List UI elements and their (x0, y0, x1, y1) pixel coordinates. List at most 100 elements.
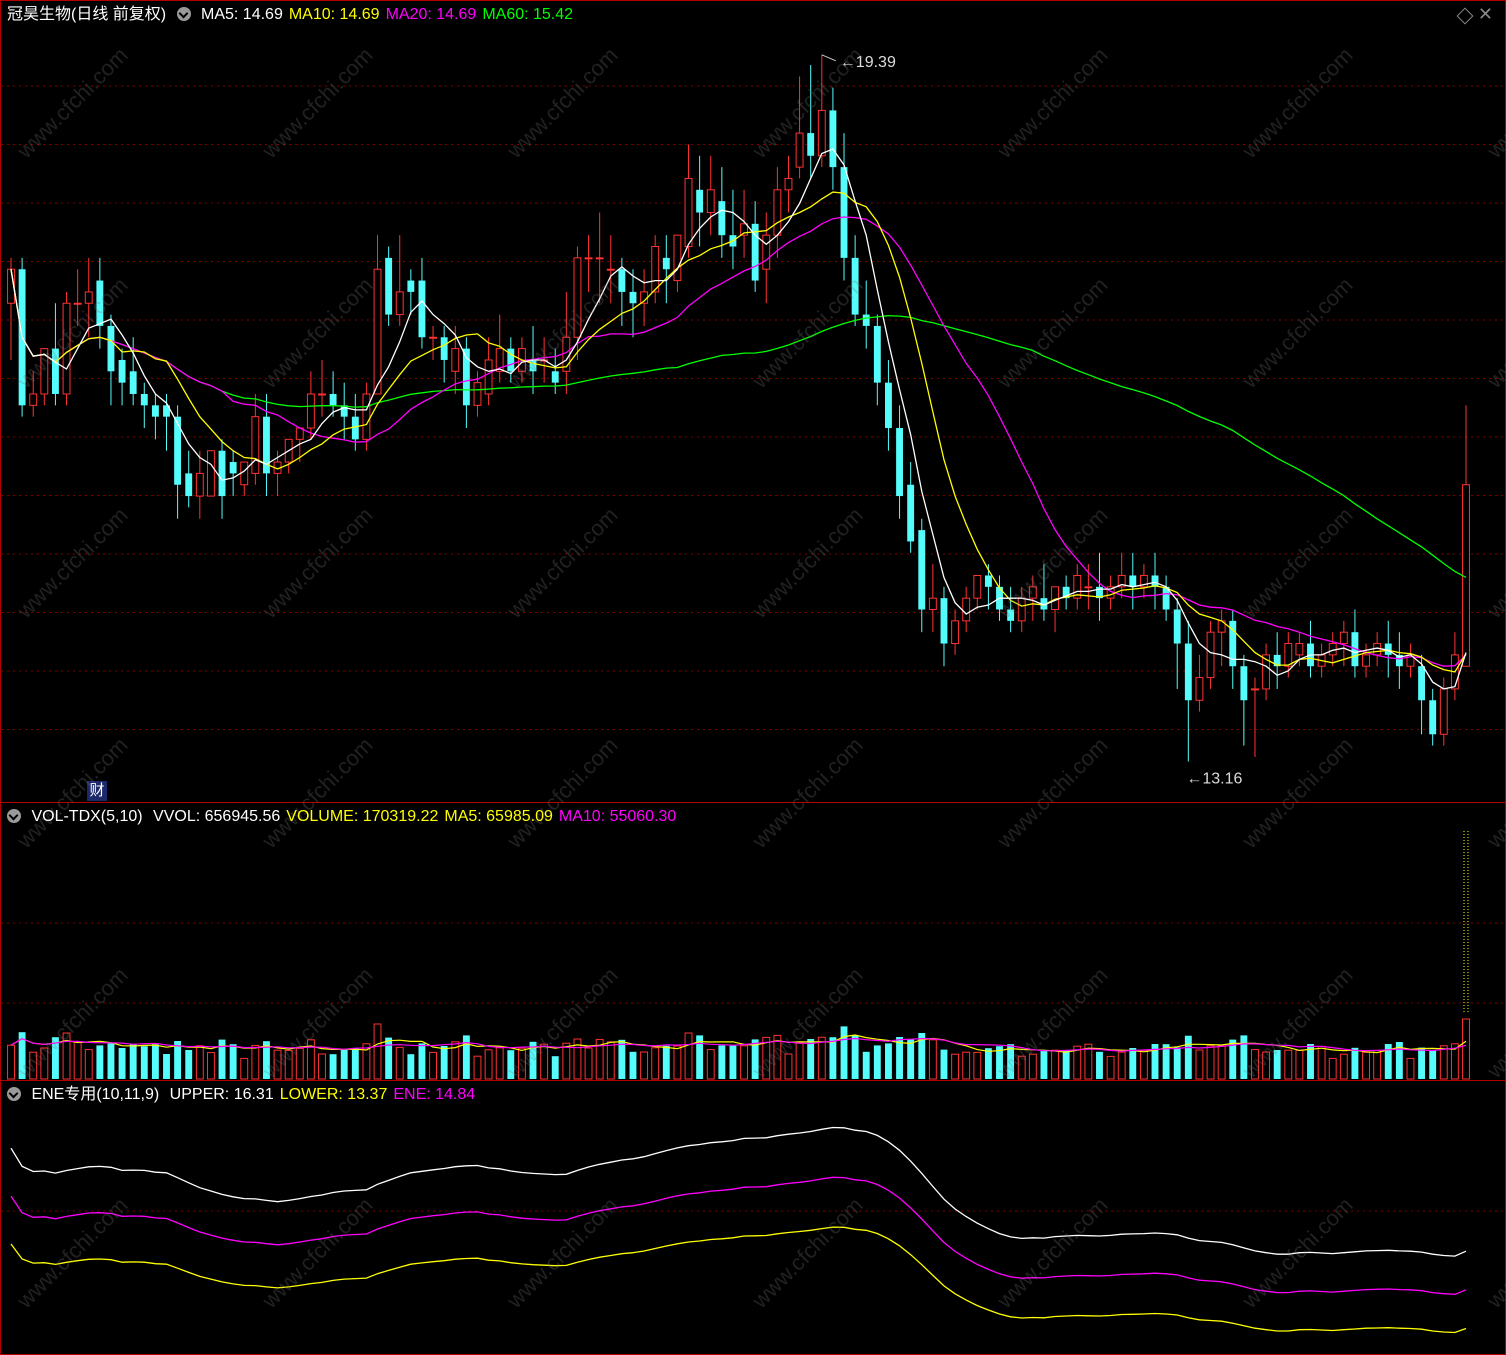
volume-bar (662, 1045, 670, 1079)
volume-bar (551, 1056, 559, 1079)
ene-chart-panel[interactable]: ENE专用(10,11,9) UPPER: 16.31 LOWER: 13.37 E… (0, 1081, 1506, 1355)
ene-indicator-0: UPPER: 16.31 (169, 1086, 274, 1103)
candle-body (1429, 700, 1437, 735)
candle-body (373, 268, 382, 395)
low-label: ←13.16 (1186, 771, 1242, 788)
volume-bar (284, 1049, 293, 1080)
candle-body (862, 314, 870, 326)
volume-bar (1240, 1035, 1248, 1079)
candle-body (1129, 575, 1137, 587)
volume-bar (1051, 1049, 1059, 1080)
ene-middle-line (10, 1176, 1467, 1295)
volume-bar (1462, 1018, 1470, 1080)
candle-body (429, 336, 438, 339)
volume-bar (618, 1039, 626, 1079)
volume-bar (1251, 1049, 1259, 1080)
price-indicator-0: MA5: 14.69 (201, 6, 283, 23)
volume-bar (1217, 1045, 1226, 1080)
candle-body (96, 280, 104, 326)
volume-bar (429, 1051, 438, 1080)
finance-badge[interactable]: 财 (87, 781, 107, 801)
volume-bar (1106, 1055, 1115, 1080)
volume-bar (96, 1045, 104, 1079)
volume-bar (107, 1043, 115, 1079)
candle-body (185, 473, 193, 497)
candle-body (896, 428, 903, 497)
candle-body (907, 484, 915, 542)
volume-bar (73, 1041, 82, 1080)
candle-body (1173, 609, 1181, 644)
volume-bar (584, 1047, 593, 1080)
volume-indicator-3: MA10: 55060.30 (558, 808, 677, 825)
dropdown-icon[interactable] (7, 809, 21, 823)
volume-legend: VOL-TDX(5,10) VVOL: 656945.56 VOLUME: 170… (7, 807, 688, 827)
candle-body (1284, 643, 1293, 667)
candle-body (1017, 597, 1026, 622)
volume-ma10-line (10, 1037, 1467, 1052)
candle-body (673, 234, 682, 282)
volume-bar (807, 1039, 815, 1079)
volume-bar (851, 1035, 859, 1079)
candle-body (362, 393, 371, 440)
volume-bar (195, 1045, 204, 1080)
candle-body (795, 132, 804, 168)
ene-chart[interactable] (1, 1081, 1505, 1354)
volume-bar (928, 1039, 937, 1080)
ene-indicator-1: LOWER: 13.37 (279, 1086, 388, 1103)
volume-bar (351, 1048, 359, 1079)
candle-body (584, 257, 593, 260)
candle-body (851, 257, 859, 315)
volume-bar (273, 1049, 282, 1080)
candle-body (629, 291, 637, 304)
candle-body (873, 325, 881, 383)
candle-body (1240, 666, 1248, 701)
volume-bar (407, 1054, 415, 1079)
candle-body (1007, 609, 1015, 621)
volume-chart[interactable] (1, 803, 1505, 1080)
volume-bar (606, 1041, 615, 1080)
volume-chart-panel[interactable]: VOL-TDX(5,10) VVOL: 656945.56 VOLUME: 170… (0, 803, 1506, 1081)
candle-body (962, 597, 971, 622)
volume-bar (507, 1050, 515, 1079)
candle-body (251, 416, 260, 474)
high-arrow (821, 54, 836, 62)
candle-body (762, 234, 771, 270)
candle-body (928, 597, 937, 611)
candle-body (884, 382, 892, 429)
volume-bar (1284, 1049, 1293, 1080)
candle-body (29, 393, 38, 406)
candle-body (62, 302, 71, 395)
dropdown-icon[interactable] (176, 7, 191, 21)
volume-bar (385, 1037, 393, 1079)
volume-bar (206, 1052, 215, 1080)
dropdown-icon[interactable] (7, 1087, 21, 1101)
candle-body (195, 472, 204, 497)
volume-bar (7, 1044, 15, 1080)
candle-body (1251, 688, 1259, 691)
candle-body (984, 575, 992, 587)
volume-bar (1040, 1050, 1048, 1079)
candle-body (451, 348, 460, 372)
candle-body (829, 110, 837, 168)
price-chart[interactable]: ←19.39 ←13.16 (1, 1, 1505, 802)
high-label: ←19.39 (840, 54, 896, 71)
volume-bar (718, 1045, 726, 1079)
volume-bar (1351, 1047, 1359, 1079)
close-icon[interactable]: ✕ (1478, 5, 1493, 23)
price-legend: 冠昊生物(日线 前复权) MA5: 14.69 MA10: 14.69 MA20: … (7, 5, 585, 25)
volume-bar (1429, 1050, 1437, 1079)
candle-body (1439, 688, 1448, 735)
candle-body (51, 348, 59, 394)
candle-body (1184, 643, 1192, 701)
candle-body (606, 268, 615, 271)
candle-body (618, 269, 626, 292)
volume-bar (706, 1049, 715, 1080)
price-chart-panel[interactable]: ←19.39 ←13.16 冠昊生物(日线 前复权) MA5: 14.69 MA10… (0, 0, 1506, 803)
volume-bar (951, 1053, 960, 1080)
volume-bar (873, 1045, 881, 1079)
candle-body (1339, 631, 1348, 645)
ene-legend: ENE专用(10,11,9) UPPER: 16.31 LOWER: 13.37 E… (7, 1085, 487, 1105)
price-indicator-2: MA20: 14.69 (385, 6, 477, 23)
volume-bar (140, 1046, 148, 1079)
volume-bar (1017, 1055, 1026, 1080)
